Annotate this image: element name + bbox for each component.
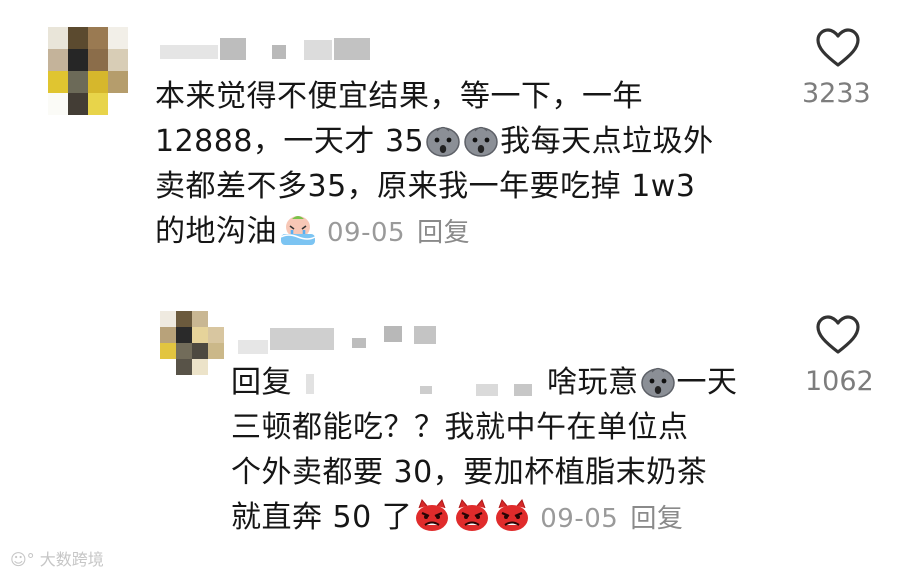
comment-line-part: 我每天点垃圾外 [500, 124, 714, 159]
watermark-logo-icon: ☺° [10, 550, 35, 569]
avatar[interactable] [48, 27, 128, 115]
heart-icon[interactable] [815, 28, 861, 68]
comment-line: 就直奔 50 了 09-05 回复 [231, 495, 738, 540]
comment-line-part: 的地沟油 [155, 214, 277, 249]
comment-line: 卖都差不多35，原来我一年要吃掉 1w3 [155, 169, 696, 204]
comment-date: 09-05 [540, 504, 619, 534]
comment-line: 12888，一天才 35 我每天点垃圾外 [155, 119, 714, 164]
comment-line-part: 啥玩意 [547, 365, 639, 400]
like-count: 1062 [805, 366, 874, 397]
angry-face-emoji-icon [416, 499, 449, 531]
comment-line-part: 就直奔 50 了 [231, 500, 413, 535]
avatar[interactable] [160, 311, 224, 375]
heart-icon[interactable] [815, 315, 861, 355]
angry-face-emoji-icon [496, 499, 529, 531]
reply-text: 回复 啥玩意 一天 三顿都能吃？？我就中午在单位点 个外卖都要 30，要加杯植脂末奶… [231, 360, 738, 540]
comment-line: 本来觉得不便宜结果，等一下，一年 [155, 79, 643, 114]
sad-face-emoji-icon [426, 126, 460, 157]
mention-redacted[interactable] [292, 370, 547, 398]
comment-text: 本来觉得不便宜结果，等一下，一年 12888，一天才 35 我每天点垃圾外 卖都差… [155, 74, 714, 254]
sad-face-emoji-icon [640, 367, 675, 398]
comment-line: 三顿都能吃？？我就中午在单位点 [231, 410, 689, 445]
comment-date: 09-05 [327, 218, 406, 248]
reply-button[interactable]: 回复 [417, 218, 470, 248]
comment-line-part: 12888，一天才 35 [155, 124, 425, 159]
comment-line: 的地沟油 09-05 回复 [155, 209, 714, 254]
watermark-text: 大数跨境 [39, 550, 104, 569]
crying-in-tub-emoji-icon [280, 216, 316, 245]
comment-line-part: 一天 [676, 365, 738, 400]
reply-prefix: 回复 [231, 365, 292, 400]
sad-face-emoji-icon [464, 126, 498, 157]
comment-line: 个外卖都要 30，要加杯植脂末奶茶 [231, 455, 708, 490]
watermark: ☺° 大数跨境 [10, 546, 104, 570]
comment-line: 回复 啥玩意 一天 [231, 360, 738, 405]
angry-face-emoji-icon [456, 499, 489, 531]
reply-button[interactable]: 回复 [630, 504, 683, 534]
like-count: 3233 [802, 78, 871, 109]
